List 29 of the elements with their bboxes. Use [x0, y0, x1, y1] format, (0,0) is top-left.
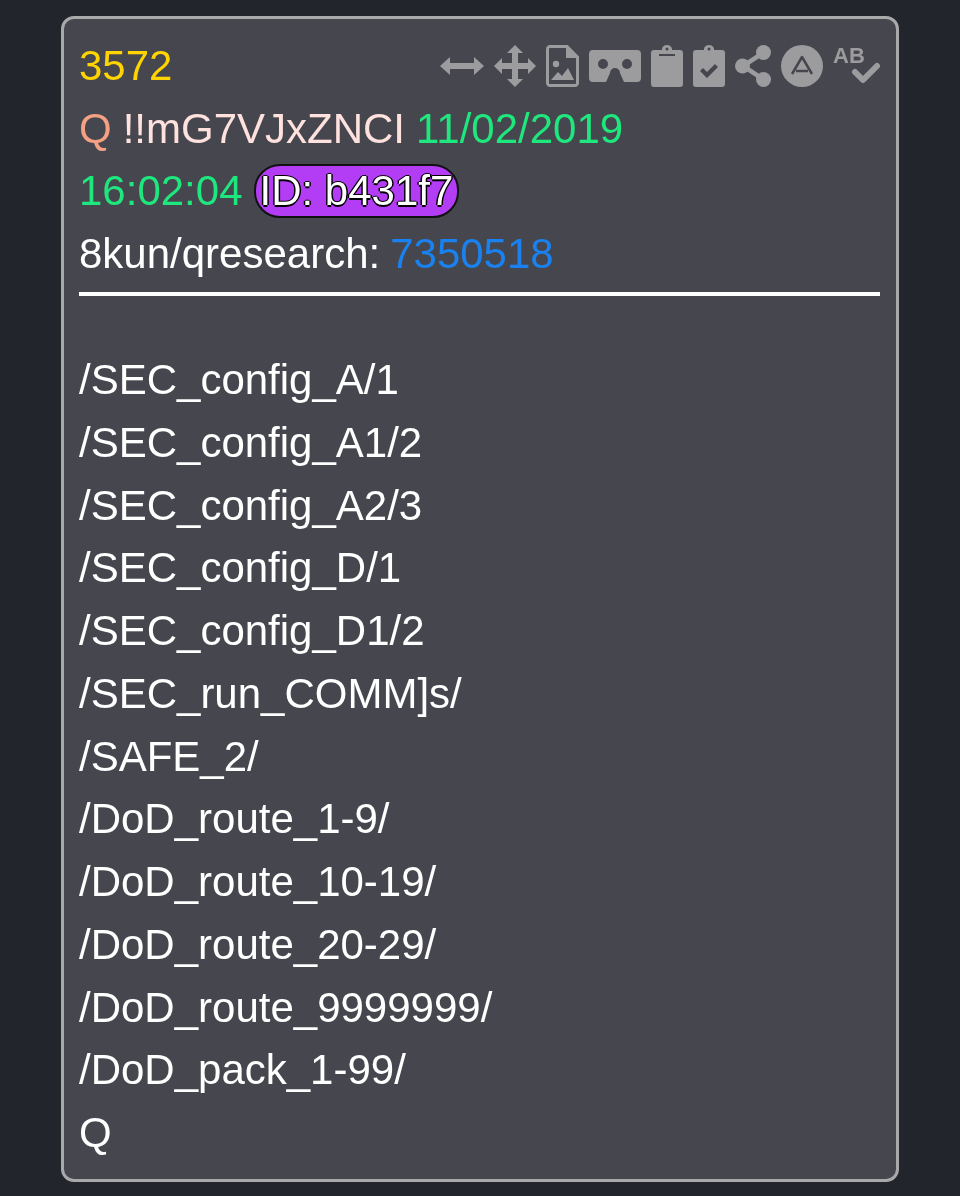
vr-viewer-icon[interactable] [589, 50, 641, 83]
clipboard-icon[interactable] [651, 45, 683, 88]
body-line: /SAFE_2/ [79, 731, 260, 782]
body-line: /SEC_config_D/1 [79, 543, 403, 594]
double-arrow-icon[interactable] [440, 56, 484, 77]
thread-link[interactable]: 7350518 [390, 222, 554, 285]
tripcode: !!mG7VJxZNCI [122, 103, 406, 154]
body-line: /SEC_config_A2/3 [79, 480, 424, 531]
post-time: 16:02:04 [79, 166, 243, 216]
body-line: /SEC_config_A/1 [79, 355, 400, 405]
clipboard-check-icon[interactable] [693, 45, 725, 88]
body-line: /SEC_run_COMM]s/ [79, 668, 463, 719]
poster-id-badge: ID: b431f7 [253, 164, 460, 219]
body-line: /DoD_route_9999999/ [79, 982, 494, 1033]
body-line: /DoD_route_20-29/ [79, 919, 438, 970]
share-icon[interactable] [735, 45, 771, 88]
post-date: 11/02/2019 [416, 103, 624, 154]
body-line: /SEC_config_A1/2 [79, 417, 424, 468]
image-file-icon[interactable] [546, 45, 579, 88]
board-name: 8kun/qresearch: [79, 228, 381, 279]
author-name: Q [79, 103, 112, 154]
body-line: /DoD_route_10-19/ [79, 857, 438, 907]
body-line: /SEC_config_D1/2 [79, 606, 426, 656]
body-line: /DoD_route_1-9/ [79, 794, 391, 845]
body-line: /DoD_pack_1-99/ [79, 1045, 407, 1096]
four-arrows-icon[interactable] [494, 45, 536, 88]
triangle-circle-icon[interactable] [781, 45, 823, 88]
body-line: Q [79, 1108, 113, 1158]
post-number: 3572 [79, 41, 173, 91]
